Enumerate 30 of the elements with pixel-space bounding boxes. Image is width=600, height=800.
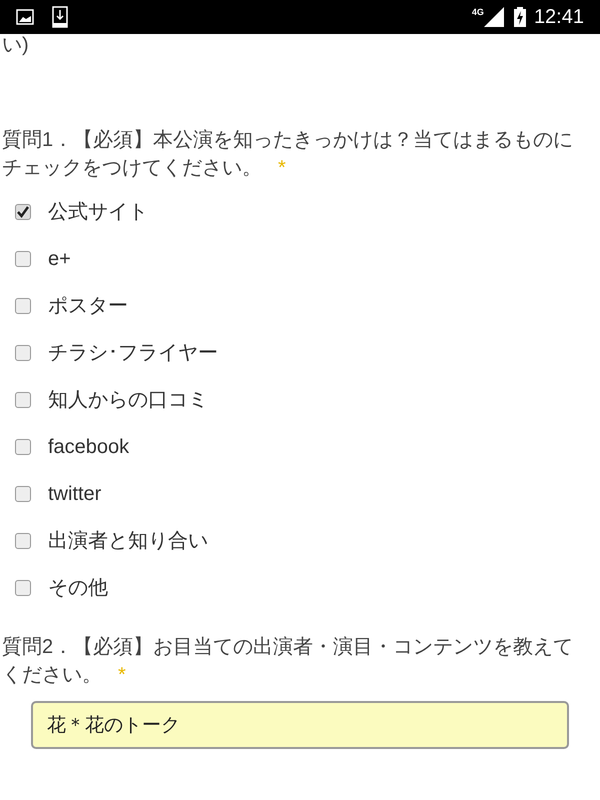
answer-field[interactable]: 花＊花のトーク <box>31 701 569 749</box>
clock: 12:41 <box>534 5 584 30</box>
signal-icon <box>484 7 504 27</box>
download-icon <box>52 6 68 28</box>
checkbox[interactable] <box>15 438 31 454</box>
option-label: 知人からの口コミ <box>48 388 208 412</box>
question-label: 質問2．【必須】お目当ての出演者・演目・コンテンツを教えてください。 * <box>1 635 574 688</box>
option-label: チラシ･フライヤー <box>48 340 218 366</box>
option-label: その他 <box>48 576 108 600</box>
required-icon: * <box>118 664 126 686</box>
checkbox[interactable] <box>15 580 31 596</box>
image-icon <box>16 9 34 25</box>
network-label: 4G <box>472 6 484 19</box>
question-text: い) <box>1 34 30 56</box>
checkbox[interactable] <box>15 532 31 548</box>
checkbox[interactable] <box>15 392 31 408</box>
checkbox[interactable] <box>15 344 31 360</box>
checkbox[interactable] <box>15 204 31 220</box>
battery-icon <box>514 7 526 27</box>
option-label: 出演者と知り合い <box>48 528 208 554</box>
checkbox[interactable] <box>15 298 31 314</box>
option-label: facebook <box>48 434 130 460</box>
option-label: ポスター <box>48 294 128 318</box>
required-icon: * <box>278 157 286 179</box>
checkbox[interactable] <box>15 486 31 502</box>
option-label: 公式サイト <box>48 200 148 224</box>
option-label: e+ <box>48 246 71 272</box>
question-label: 質問1．【必須】本公演を知ったきっかけは？当てはまるものにチェックをつけてください。 * <box>1 128 574 181</box>
option-label: twitter <box>48 482 102 506</box>
checkbox[interactable] <box>15 250 31 266</box>
